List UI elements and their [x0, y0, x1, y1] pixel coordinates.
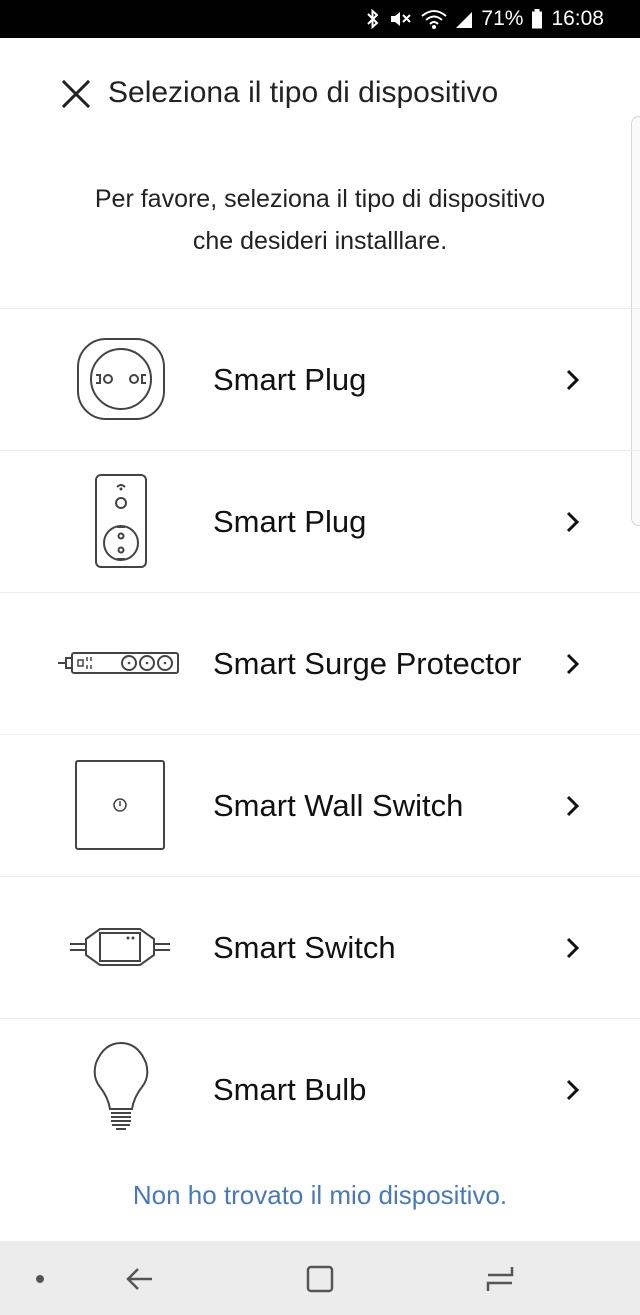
bluetooth-icon — [367, 8, 379, 30]
intro-line-1: Per favore, seleziona il tipo di disposi… — [94, 185, 546, 213]
status-bar: 71% 16:08 — [0, 0, 640, 38]
chevron-right-icon — [566, 653, 580, 674]
device-row-smart-plug-round[interactable]: Smart Plug — [0, 308, 640, 450]
device-label: Smart Switch — [213, 929, 396, 965]
battery-percent: 71% — [481, 7, 524, 30]
chevron-right-icon — [566, 369, 580, 390]
chevron-right-icon — [566, 1079, 580, 1100]
signal-icon — [456, 12, 473, 28]
device-row-surge-protector[interactable]: Smart Surge Protector — [0, 592, 640, 734]
recent-apps-icon[interactable] — [480, 1261, 520, 1297]
device-type-list: Smart Plug Smart Plug Smart Surge Protec… — [0, 308, 640, 1160]
device-row-smart-plug-wall[interactable]: Smart Plug — [0, 450, 640, 592]
chevron-right-icon — [566, 795, 580, 816]
battery-icon — [532, 9, 543, 29]
clock-time: 16:08 — [551, 7, 604, 30]
round-plug-icon — [56, 329, 186, 429]
intro-text: Per favore, seleziona il tipo di disposi… — [0, 178, 640, 262]
header: Seleziona il tipo di dispositivo — [0, 38, 640, 158]
device-row-smart-switch[interactable]: Smart Switch — [0, 876, 640, 1018]
wall-plug-icon — [56, 471, 186, 571]
device-label: Smart Bulb — [213, 1071, 367, 1107]
chevron-right-icon — [566, 937, 580, 958]
system-nav-bar — [0, 1241, 640, 1315]
device-row-wall-switch[interactable]: Smart Wall Switch — [0, 734, 640, 876]
device-row-smart-bulb[interactable]: Smart Bulb — [0, 1018, 640, 1160]
page-title: Seleziona il tipo di dispositivo — [108, 76, 499, 109]
inline-switch-icon — [56, 897, 186, 997]
intro-line-2: che desideri installlare. — [192, 227, 448, 255]
back-arrow-icon[interactable] — [120, 1261, 160, 1297]
chevron-right-icon — [566, 511, 580, 532]
device-label: Smart Plug — [213, 361, 367, 397]
power-strip-icon — [56, 613, 186, 713]
mute-icon — [391, 12, 412, 26]
wifi-icon — [421, 10, 448, 29]
close-icon[interactable] — [60, 78, 92, 110]
device-label: Smart Wall Switch — [213, 787, 464, 823]
bulb-icon — [56, 1039, 186, 1139]
dot-indicator-icon — [36, 1275, 44, 1283]
device-not-found-link[interactable]: Non ho trovato il mio dispositivo. — [0, 1180, 640, 1211]
device-label: Smart Plug — [213, 503, 367, 539]
device-label: Smart Surge Protector — [213, 645, 522, 681]
home-square-icon[interactable] — [300, 1261, 340, 1297]
wall-switch-icon — [56, 755, 186, 855]
